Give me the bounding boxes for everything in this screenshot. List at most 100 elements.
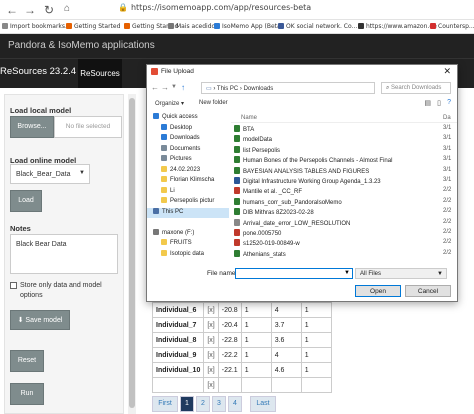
dialog-toolbar: Organize ▾ New folder ▤ ▯ ? bbox=[147, 97, 457, 111]
tree-item[interactable] bbox=[147, 218, 229, 228]
file-date: 3/1 bbox=[443, 156, 452, 163]
tree-item-label: Desktop bbox=[170, 124, 193, 131]
dialog-search-input[interactable]: ⌕ Search Downloads bbox=[381, 82, 451, 94]
up-arrow-icon[interactable]: ↑ bbox=[181, 83, 185, 92]
online-model-select[interactable]: Black_Bear_Data ▼ bbox=[10, 164, 90, 184]
new-folder-button[interactable]: New folder bbox=[199, 100, 228, 106]
sidebar-scroll-thumb[interactable] bbox=[129, 98, 135, 408]
file-name-cell: humans_corr_sub_PandoraIsoMemo bbox=[231, 197, 342, 206]
path-field[interactable]: ▭ › This PC › Downloads bbox=[201, 82, 375, 94]
forward-icon[interactable]: → bbox=[161, 83, 169, 92]
bookmark-item[interactable]: Import bookmarks... bbox=[2, 23, 71, 30]
bookmark-item[interactable]: https://www.amazon.de bbox=[358, 23, 437, 30]
tree-item[interactable]: Li bbox=[147, 186, 229, 197]
file-row[interactable]: s12520-019-00849-w 2/2 bbox=[231, 239, 457, 249]
pager-page-1[interactable]: 1 bbox=[180, 396, 194, 412]
tree-item-label: Persepolis pictur bbox=[170, 198, 215, 204]
organize-menu[interactable]: Organize ▾ bbox=[155, 100, 184, 107]
file-name-text: Mantile et al. _CC_RF bbox=[243, 189, 303, 196]
view-icon[interactable]: ▤ bbox=[424, 99, 431, 107]
file-row[interactable]: Mantile et al. _CC_RF 2/2 bbox=[231, 187, 457, 197]
file-row[interactable]: Human Bones of the Persepolis Channels -… bbox=[231, 156, 457, 166]
bookmark-item[interactable]: Countersp... bbox=[430, 23, 474, 30]
file-name-input[interactable]: ▼ bbox=[235, 268, 353, 279]
file-row[interactable]: Athenians_stats 2/2 bbox=[231, 249, 457, 260]
screen: ← → ↻ ⌂ 🔒 https://isomemoapp.com/app/reso… bbox=[0, 0, 474, 414]
remove-row-icon[interactable]: [x] bbox=[203, 362, 219, 378]
pager-page-3[interactable]: 3 bbox=[212, 396, 226, 412]
tree-item[interactable]: This PC bbox=[147, 207, 229, 218]
notes-textarea[interactable]: Black Bear Data bbox=[10, 234, 118, 274]
tree-item-label: Downloads bbox=[170, 135, 200, 141]
file-name-cell: modelData bbox=[231, 135, 272, 143]
cancel-button[interactable]: Cancel bbox=[405, 285, 451, 297]
folder-icon bbox=[161, 144, 167, 151]
file-row[interactable]: list Persepolis 3/1 bbox=[231, 145, 457, 156]
tree-item[interactable]: Quick access bbox=[147, 113, 229, 123]
pager-last[interactable]: Last bbox=[250, 396, 276, 412]
tree-item[interactable]: Pictures bbox=[147, 155, 229, 165]
pager-page-4[interactable]: 4 bbox=[228, 396, 242, 412]
preview-pane-icon[interactable]: ▯ bbox=[437, 99, 441, 107]
file-row[interactable]: Digital Infrastructure Working Group Age… bbox=[231, 177, 457, 187]
file-name-cell: Human Bones of the Persepolis Channels -… bbox=[231, 156, 392, 164]
table-cell: 1 bbox=[240, 347, 272, 363]
reset-button[interactable]: Reset bbox=[10, 350, 44, 372]
tree-item[interactable]: Isotopic data bbox=[147, 249, 229, 260]
chevron-down-icon[interactable]: ▼ bbox=[344, 270, 350, 276]
run-button[interactable]: Run bbox=[10, 383, 44, 405]
tab-resources[interactable]: ReSources bbox=[78, 59, 122, 89]
file-row[interactable]: modelData 3/1 bbox=[231, 135, 457, 145]
remove-row-icon[interactable]: [x] bbox=[203, 332, 219, 348]
tree-item[interactable]: Desktop bbox=[147, 123, 229, 134]
open-button[interactable]: Open bbox=[355, 285, 401, 297]
close-icon[interactable]: ✕ bbox=[443, 66, 451, 77]
remove-row-icon[interactable]: [x] bbox=[203, 377, 219, 393]
home-icon[interactable]: ⌂ bbox=[64, 3, 70, 14]
tree-item[interactable]: Documents bbox=[147, 144, 229, 155]
file-type-select[interactable]: All Files ▼ bbox=[355, 268, 447, 279]
file-row[interactable]: Arrival_date_error_LOW_RESOLUTION 2/2 bbox=[231, 218, 457, 229]
tree-item[interactable]: maxone (F:) bbox=[147, 228, 229, 239]
column-name-header[interactable]: Name bbox=[241, 115, 257, 121]
column-date-header[interactable]: Da bbox=[443, 115, 451, 121]
pager-first[interactable]: First bbox=[152, 396, 178, 412]
table-row: [x] bbox=[151, 377, 332, 393]
tree-item-label: This PC bbox=[162, 208, 184, 215]
tree-item[interactable]: Downloads bbox=[147, 134, 229, 144]
help-icon[interactable]: ? bbox=[447, 99, 451, 106]
back-icon[interactable]: ← bbox=[151, 83, 159, 92]
tree-item[interactable]: 24.02.2023 bbox=[147, 165, 229, 176]
table-cell: 1 bbox=[300, 332, 332, 348]
forward-icon[interactable]: → bbox=[24, 3, 36, 17]
file-row[interactable]: BAYESIAN ANALYSIS TABLES AND FIGURES 3/1 bbox=[231, 166, 457, 177]
address-bar[interactable]: 🔒 https://isomemoapp.com/app/resources-be… bbox=[118, 3, 311, 12]
chevron-down-icon[interactable]: ▼ bbox=[171, 84, 177, 90]
file-name-text: BTA bbox=[243, 127, 255, 133]
load-button[interactable]: Load bbox=[10, 190, 42, 212]
bookmark-item[interactable]: IsoMemo App (Beta) bbox=[214, 23, 283, 30]
file-row[interactable]: DIB Mithras 8Z2023-02-28 2/2 bbox=[231, 208, 457, 218]
tree-item[interactable]: Florian Klimscha bbox=[147, 176, 229, 186]
tree-item[interactable]: Persepolis pictur bbox=[147, 197, 229, 207]
file-icon bbox=[234, 125, 240, 132]
reload-icon[interactable]: ↻ bbox=[44, 3, 54, 17]
pager-page-2[interactable]: 2 bbox=[196, 396, 210, 412]
remove-row-icon[interactable]: [x] bbox=[203, 302, 219, 318]
bookmark-item[interactable]: Mais acedidos bbox=[168, 23, 218, 30]
remove-row-icon[interactable]: [x] bbox=[203, 317, 219, 333]
browse-button[interactable]: Browse... bbox=[10, 116, 54, 138]
back-icon[interactable]: ← bbox=[6, 3, 18, 17]
remove-row-icon[interactable]: [x] bbox=[203, 347, 219, 363]
tree-item[interactable]: FRUITS bbox=[147, 239, 229, 249]
bookmark-item[interactable]: OK social network. Co... bbox=[278, 23, 357, 30]
tree-item-label: Quick access bbox=[162, 114, 198, 120]
store-only-checkbox[interactable] bbox=[10, 282, 17, 289]
file-date: 3/1 bbox=[443, 125, 452, 131]
file-row[interactable]: humans_corr_sub_PandoraIsoMemo 2/2 bbox=[231, 197, 457, 208]
table-cell: 1 bbox=[300, 317, 332, 333]
file-row[interactable]: pone.0005750 2/2 bbox=[231, 229, 457, 239]
file-row[interactable]: BTA 3/1 bbox=[231, 125, 457, 135]
save-model-button[interactable]: ⬇ Save model bbox=[10, 310, 70, 330]
bookmark-item[interactable]: Getting Started bbox=[66, 23, 120, 30]
